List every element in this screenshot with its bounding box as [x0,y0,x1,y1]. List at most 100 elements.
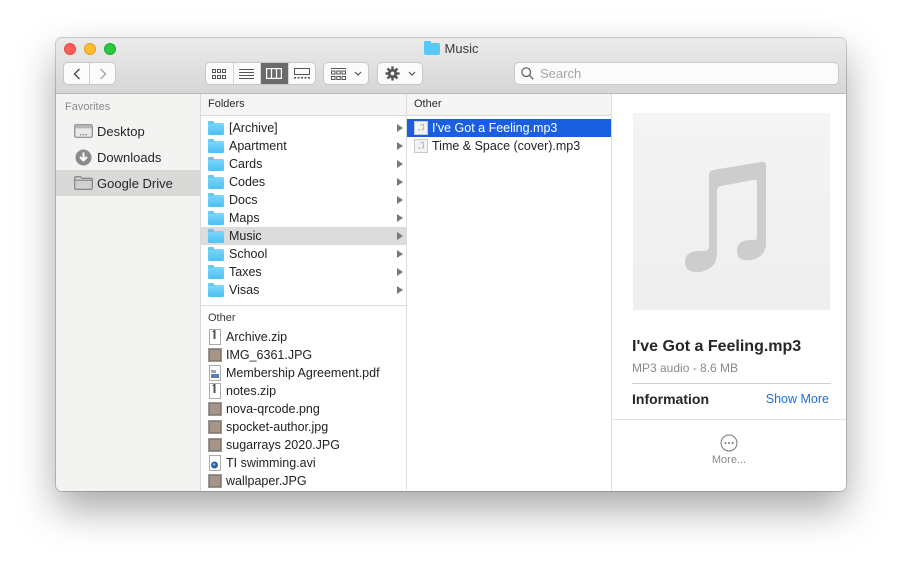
disclosure-arrow-icon [397,178,403,186]
preview-divider [632,383,831,384]
folder-row-docs[interactable]: Docs [201,191,406,209]
downloads-icon [73,149,93,165]
file-row[interactable]: notes.zip [201,382,406,400]
image-icon [208,420,222,434]
icon-view-button[interactable] [206,63,233,84]
column-view-button[interactable] [260,63,288,84]
disclosure-arrow-icon [397,268,403,276]
file-row[interactable]: TI swimming.avi [201,454,406,472]
sidebar: Favorites Desktop Downloads Google Drive [56,94,201,491]
gallery-icon [293,68,310,79]
image-icon [208,348,222,362]
image-icon [208,474,222,488]
folder-icon [208,247,224,261]
action-dropdown[interactable] [377,62,423,85]
folder-label: Codes [229,175,266,189]
view-mode-group [205,62,316,85]
window-title: Music [56,40,846,56]
column-google-drive: Folders [Archive] Apartment Cards Codes Docs… [201,94,407,491]
file-label: IMG_6361.JPG [226,348,313,362]
folder-icon [208,229,224,243]
file-label: sugarrays 2020.JPG [226,438,340,452]
image-icon [208,402,222,416]
sidebar-item-downloads[interactable]: Downloads [56,144,200,170]
folder-row-archive[interactable]: [Archive] [201,119,406,137]
column-music: Other I've Got a Feeling.mp3 Time & Space… [407,94,612,491]
folder-row-music[interactable]: Music [201,227,406,245]
file-row[interactable]: nova-qrcode.png [201,400,406,418]
folder-label: Music [229,229,262,243]
search-field[interactable] [514,62,839,85]
group-by-dropdown[interactable] [323,62,369,85]
folder-icon [208,157,224,171]
image-icon [208,438,222,452]
file-row[interactable]: sugarrays 2020.JPG [201,436,406,454]
audio-file-row[interactable]: Time & Space (cover).mp3 [407,137,611,155]
sidebar-item-label: Downloads [97,149,162,165]
folder-label: Visas [229,283,260,297]
audio-file-icon [414,121,428,135]
show-more-link[interactable]: Show More [766,392,829,406]
sidebar-item-google-drive[interactable]: Google Drive [56,170,200,196]
folder-row-taxes[interactable]: Taxes [201,263,406,281]
disclosure-arrow-icon [397,124,403,132]
list-icon [239,68,255,79]
chevron-left-icon [73,67,80,80]
sidebar-heading-favorites: Favorites [65,101,111,113]
folder-row-maps[interactable]: Maps [201,209,406,227]
search-input[interactable] [540,66,820,81]
file-row[interactable]: Membership Agreement.pdf [201,364,406,382]
file-label: Time & Space (cover).mp3 [432,139,581,153]
disclosure-arrow-icon [397,286,403,294]
file-label: Archive.zip [226,330,288,344]
audio-file-row[interactable]: I've Got a Feeling.mp3 [407,119,611,137]
folder-icon [208,283,224,297]
disclosure-arrow-icon [397,250,403,258]
folder-row-apartment[interactable]: Apartment [201,137,406,155]
ellipsis-circle-icon [720,434,738,452]
pdf-icon [209,365,221,381]
folder-icon [208,193,224,207]
preview-file-meta: MP3 audio - 8.6 MB [632,361,739,375]
grid-icon [212,68,227,79]
folder-label: Apartment [229,139,287,153]
music-note-icon [685,161,766,273]
preview-divider [612,419,846,420]
folder-row-cards[interactable]: Cards [201,155,406,173]
audio-file-icon [414,139,428,153]
files-list: Archive.zip IMG_6361.JPG Membership Agreem… [201,328,406,490]
sidebar-item-desktop[interactable]: Desktop [56,118,200,144]
gallery-view-button[interactable] [287,63,316,84]
folder-icon [208,175,224,189]
video-icon [209,455,221,471]
folder-icon [208,211,224,225]
folder-row-codes[interactable]: Codes [201,173,406,191]
file-label: I've Got a Feeling.mp3 [432,121,558,135]
folder-label: [Archive] [229,121,278,135]
forward-button[interactable] [89,63,115,84]
sidebar-item-label: Google Drive [97,175,173,191]
file-row[interactable]: spocket-author.jpg [201,418,406,436]
zip-icon [209,329,221,345]
file-row[interactable]: Archive.zip [201,328,406,346]
file-label: nova-qrcode.png [226,402,320,416]
list-view-button[interactable] [232,63,261,84]
zip-icon [209,383,221,399]
desktop-icon [73,123,93,139]
file-row[interactable]: IMG_6361.JPG [201,346,406,364]
back-button[interactable] [64,63,89,84]
column-header-other: Other [407,94,611,116]
disclosure-arrow-icon [397,142,403,150]
folder-row-school[interactable]: School [201,245,406,263]
group-by-icon [330,67,346,80]
folder-label: Maps [229,211,260,225]
folder-row-visas[interactable]: Visas [201,281,406,299]
folder-label: Docs [229,193,258,207]
file-row[interactable]: wallpaper.JPG [201,472,406,490]
folders-list: [Archive] Apartment Cards Codes Docs Maps Musi… [201,119,406,299]
file-label: notes.zip [226,384,277,398]
disclosure-arrow-icon [397,232,403,240]
more-button[interactable]: More... [612,434,846,466]
folder-label: School [229,247,268,261]
window-title-text: Music [444,41,479,56]
